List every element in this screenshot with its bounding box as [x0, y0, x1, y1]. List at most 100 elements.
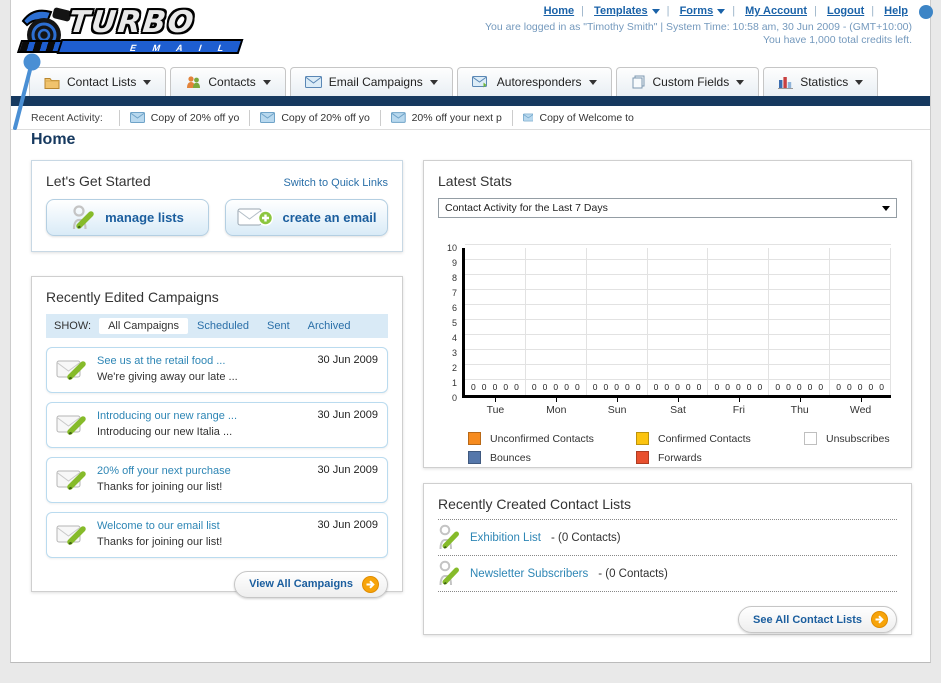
- data-value-label: 0: [868, 382, 874, 392]
- recently-edited-campaigns-panel: Recently Edited Campaigns SHOW: All Camp…: [31, 276, 403, 598]
- page-title: Home: [31, 131, 76, 148]
- app-window: TURBO E M A I L Home | Templates | Forms | …: [10, 0, 933, 663]
- filter-sent[interactable]: Sent: [258, 318, 299, 334]
- turbo-email-logo: TURBO E M A I L: [16, 3, 257, 59]
- custom-fields-icon: [632, 75, 645, 89]
- chart-y-axis: 0 1 2 3 4 5 6 7 8 9 10: [438, 243, 462, 403]
- legend-item: Unconfirmed Contacts: [468, 432, 636, 445]
- legend-label: Forwards: [658, 451, 702, 464]
- campaign-row[interactable]: 20% off your next purchase Thanks for joi…: [46, 456, 388, 503]
- recent-activity-item[interactable]: 20% off your next p: [379, 109, 512, 126]
- autoresponder-icon: [471, 75, 487, 87]
- nav-link-forms[interactable]: Forms: [676, 5, 730, 17]
- filter-all-campaigns[interactable]: All Campaigns: [99, 318, 188, 334]
- contact-list-count: - (0 Contacts): [550, 531, 621, 544]
- filter-archived[interactable]: Archived: [299, 318, 360, 334]
- tick-mark: [860, 398, 862, 402]
- campaign-date: 30 Jun 2009: [317, 408, 378, 421]
- logo-subtitle: E M A I L: [56, 39, 244, 54]
- decorative-circle: [919, 5, 933, 19]
- contact-list-link[interactable]: Newsletter Subscribers: [470, 568, 588, 580]
- envelope-pencil-icon: [56, 525, 86, 545]
- tick-mark: [799, 398, 801, 402]
- view-all-campaigns-button[interactable]: View All Campaigns: [234, 570, 388, 598]
- data-value-label: 0: [796, 382, 802, 392]
- contact-list-link[interactable]: Exhibition List: [470, 532, 541, 544]
- nav-link-logout[interactable]: Logout: [823, 5, 868, 17]
- contact-list-item[interactable]: Newsletter Subscribers - (0 Contacts): [438, 556, 897, 592]
- chart-day-group: 00000: [708, 248, 770, 395]
- campaign-list: See us at the retail food ... We're givin…: [46, 347, 388, 558]
- y-tick-label: 0: [451, 393, 457, 403]
- data-value-label: 0: [471, 382, 476, 392]
- legend-swatch: [468, 432, 481, 445]
- chevron-down-icon: [143, 79, 152, 85]
- nav-separator: |: [871, 5, 875, 17]
- tab-label: Contacts: [208, 75, 256, 89]
- tab-custom-fields[interactable]: Custom Fields: [615, 67, 760, 96]
- contact-list-item[interactable]: Exhibition List - (0 Contacts): [438, 520, 897, 556]
- navy-divider-bar: [11, 96, 930, 106]
- nav-link-templates[interactable]: Templates: [590, 5, 664, 17]
- campaign-title-link[interactable]: Welcome to our email list: [97, 519, 222, 535]
- data-value-label: 0: [614, 382, 620, 392]
- chevron-down-icon: [717, 8, 726, 14]
- tab-statistics[interactable]: Statistics: [763, 67, 879, 96]
- button-label: manage lists: [105, 210, 184, 225]
- campaign-row[interactable]: Welcome to our email list Thanks for join…: [46, 511, 388, 558]
- campaign-title-link[interactable]: See us at the retail food ...: [97, 354, 238, 370]
- x-tick-label: Mon: [526, 398, 587, 416]
- contact-lists-panel-title: Recently Created Contact Lists: [438, 496, 897, 520]
- x-tick-label: Fri: [708, 398, 769, 416]
- nav-link-my-account[interactable]: My Account: [741, 5, 811, 17]
- data-value-label: 0: [807, 382, 813, 392]
- latest-stats-panel: Latest Stats Contact Activity for the La…: [423, 160, 912, 468]
- data-value-label: 0: [757, 382, 763, 392]
- nav-link-home[interactable]: Home: [540, 5, 579, 17]
- see-all-contact-lists-button[interactable]: See All Contact Lists: [737, 606, 897, 633]
- stats-period-select[interactable]: Contact Activity for the Last 7 Days: [438, 198, 897, 218]
- y-tick-label: 5: [451, 318, 457, 328]
- legend-item: Forwards: [636, 451, 804, 464]
- filter-scheduled[interactable]: Scheduled: [188, 318, 258, 334]
- data-value-label: 0: [503, 382, 509, 392]
- data-value-label: 0: [846, 382, 852, 392]
- chevron-down-icon: [651, 8, 660, 14]
- tab-contact-lists[interactable]: Contact Lists: [29, 67, 167, 96]
- legend-item: Bounces: [468, 451, 636, 464]
- tab-contacts[interactable]: Contacts: [170, 67, 286, 96]
- legend-label: Unsubscribes: [826, 432, 890, 445]
- y-tick-label: 7: [451, 288, 457, 298]
- tab-autoresponders[interactable]: Autoresponders: [456, 67, 612, 96]
- legend-swatch: [636, 432, 649, 445]
- campaign-title-link[interactable]: 20% off your next purchase: [97, 464, 231, 480]
- legend-item: Unsubscribes: [804, 432, 897, 445]
- tab-email-campaigns[interactable]: Email Campaigns: [289, 67, 453, 96]
- nav-separator: |: [732, 5, 736, 17]
- manage-lists-button[interactable]: manage lists: [46, 199, 209, 236]
- tab-label: Email Campaigns: [328, 75, 423, 89]
- create-email-button[interactable]: create an email: [225, 199, 388, 236]
- contacts-icon: [187, 76, 201, 88]
- recent-activity-item[interactable]: Copy of 20% off yo: [118, 109, 250, 126]
- campaign-date: 30 Jun 2009: [317, 518, 378, 531]
- data-value-label: 0: [531, 382, 537, 392]
- data-value-label: 0: [514, 382, 519, 392]
- tick-mark: [678, 398, 679, 402]
- data-value-label: 0: [857, 382, 863, 392]
- tab-label: Custom Fields: [652, 75, 730, 89]
- envelope-icon: [304, 76, 322, 88]
- data-value-label: 0: [725, 382, 730, 392]
- tick-mark: [495, 398, 497, 402]
- envelope-icon: [390, 112, 406, 123]
- get-started-title: Let's Get Started: [46, 173, 151, 189]
- recent-activity-item[interactable]: Copy of 20% off yo: [249, 109, 380, 126]
- campaign-row[interactable]: See us at the retail food ... We're givin…: [46, 347, 388, 393]
- switch-quick-links-link[interactable]: Switch to Quick Links: [283, 177, 388, 189]
- campaign-title-link[interactable]: Introducing our new range ...: [97, 409, 237, 425]
- credits-text: You have 1,000 total credits left.: [762, 34, 912, 46]
- campaign-row[interactable]: Introducing our new range ... Introducing…: [46, 401, 388, 448]
- recent-activity-item[interactable]: Copy of Welcome to: [511, 109, 644, 126]
- show-label: SHOW:: [54, 320, 92, 332]
- nav-link-help[interactable]: Help: [880, 5, 912, 17]
